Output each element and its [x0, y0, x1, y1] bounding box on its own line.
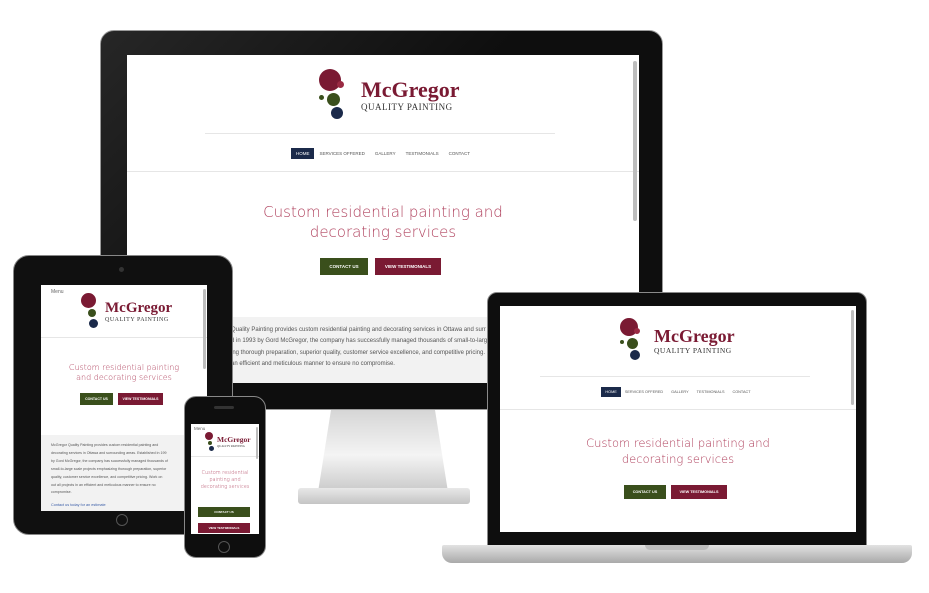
about-line: quality, customer service excellence, an…: [51, 474, 163, 479]
phone-home-button[interactable]: [218, 541, 230, 553]
about-line: by Gord McGregor, the company has succes…: [51, 458, 168, 463]
scrollbar[interactable]: [256, 427, 258, 459]
about-text: McGregor Quality Painting provides custo…: [51, 442, 205, 500]
about-line: compromise.: [51, 490, 72, 495]
header-divider: [540, 376, 810, 377]
logo-name: McGregor: [217, 435, 251, 445]
nav-home[interactable]: HOME: [290, 147, 315, 159]
hero-tagline: Custom residential painting and decorati…: [586, 436, 770, 466]
header-divider: [41, 337, 207, 338]
laptop-notch: [645, 545, 709, 550]
logo-text: McGregor QUALITY PAINTING: [654, 327, 735, 355]
nav-home[interactable]: HOME: [601, 387, 621, 397]
nav-testimonials[interactable]: TESTIMONIALS: [401, 148, 444, 159]
estimate-link[interactable]: Contact us today for an estimate: [51, 503, 106, 507]
contact-us-button[interactable]: CONTACT US: [320, 258, 368, 275]
scrollbar[interactable]: [851, 310, 854, 405]
logo[interactable]: McGregor QUALITY PAINTING: [618, 318, 735, 364]
logo-paint-blobs: [81, 293, 103, 331]
logo-text: McGregor QUALITY PAINTING: [361, 76, 460, 112]
view-testimonials-button[interactable]: VIEW TESTIMONIALS: [375, 258, 441, 275]
tablet-menu-label[interactable]: Menu: [51, 289, 64, 295]
logo-text: McGregor QUALITY PAINTING: [217, 436, 251, 448]
about-line: decorating services in Ottawa and surrou…: [51, 450, 167, 455]
header-divider: [205, 133, 555, 134]
logo-paint-blobs: [618, 318, 652, 364]
logo[interactable]: McGregor QUALITY PAINTING: [317, 69, 460, 121]
hero-tagline: Custom residential painting and decorati…: [263, 203, 503, 241]
tablet-screen: Menu McGregor QUALITY PAINTING Custom re…: [41, 285, 207, 511]
nav-services[interactable]: SERVICES OFFERED: [621, 387, 667, 397]
logo-text: McGregor QUALITY PAINTING: [105, 300, 173, 324]
nav-services[interactable]: SERVICES OFFERED: [314, 148, 369, 159]
view-testimonials-button[interactable]: VIEW TESTIMONIALS: [118, 393, 163, 405]
logo[interactable]: McGregor QUALITY PAINTING: [205, 432, 251, 452]
contact-us-button[interactable]: CONTACT US: [80, 393, 113, 405]
view-testimonials-button[interactable]: VIEW TESTIMONIALS: [198, 523, 250, 533]
about-line: small-to-large scale projects emphasizin…: [51, 466, 167, 471]
contact-us-button[interactable]: CONTACT US: [198, 507, 250, 517]
header-divider: [191, 456, 259, 457]
scrollbar[interactable]: [203, 289, 206, 369]
view-testimonials-button[interactable]: VIEW TESTIMONIALS: [671, 485, 727, 499]
about-line: out all projects in an efficient and met…: [51, 482, 156, 487]
hero-tagline: Custom residential painting and decorati…: [68, 363, 180, 382]
main-nav: HOME SERVICES OFFERED GALLERY TESTIMONIA…: [127, 147, 639, 159]
nav-gallery[interactable]: GALLERY: [370, 148, 401, 159]
logo-subtitle: QUALITY PAINTING: [217, 443, 245, 448]
tablet-home-button[interactable]: [116, 514, 128, 526]
logo-subtitle: QUALITY PAINTING: [361, 101, 453, 112]
nav-gallery[interactable]: GALLERY: [667, 387, 692, 397]
about-line: McGregor Quality Painting provides custo…: [51, 443, 159, 447]
phone-screen: Menu McGregor QUALITY PAINTING Custom re…: [191, 424, 259, 534]
logo-paint-blobs: [205, 432, 216, 452]
nav-contact[interactable]: CONTACT: [444, 148, 475, 159]
logo-subtitle: QUALITY PAINTING: [105, 317, 169, 323]
logo-name: McGregor: [105, 300, 173, 316]
phone-speaker: [214, 406, 234, 409]
nav-testimonials[interactable]: TESTIMONIALS: [693, 387, 729, 397]
nav-contact[interactable]: CONTACT: [728, 387, 754, 397]
logo-paint-blobs: [317, 69, 359, 121]
phone-menu-label[interactable]: Menu: [194, 426, 205, 431]
contact-us-button[interactable]: CONTACT US: [624, 485, 666, 499]
scrollbar[interactable]: [633, 61, 637, 221]
logo-name: McGregor: [361, 76, 460, 102]
nav-divider: [500, 409, 856, 410]
laptop-screen: McGregor QUALITY PAINTING HOME SERVICES …: [500, 306, 856, 532]
logo-name: McGregor: [654, 326, 735, 347]
tablet-camera: [119, 267, 124, 272]
logo[interactable]: McGregor QUALITY PAINTING: [81, 293, 172, 331]
nav-divider: [127, 171, 639, 172]
monitor-stand: [318, 410, 448, 492]
logo-subtitle: QUALITY PAINTING: [654, 346, 732, 356]
monitor-base: [298, 488, 470, 504]
hero-tagline: Custom residential painting and decorati…: [200, 470, 250, 490]
main-nav: HOME SERVICES OFFERED GALLERY TESTIMONIA…: [500, 387, 856, 397]
